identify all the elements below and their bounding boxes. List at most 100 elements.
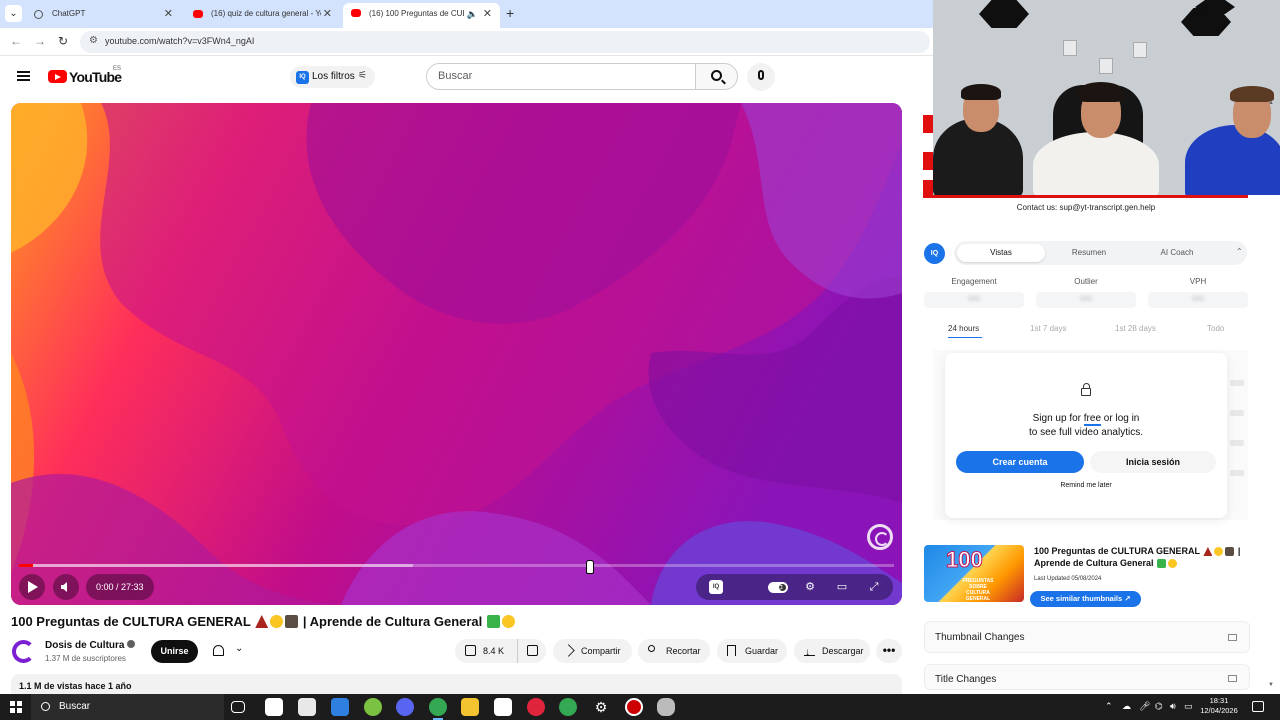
youtube-logo-icon[interactable] bbox=[48, 70, 67, 83]
login-button[interactable]: Inicia sesión bbox=[1090, 451, 1216, 473]
reload-icon[interactable]: ↻ bbox=[58, 34, 68, 48]
period-28d[interactable]: 1st 28 days bbox=[1115, 324, 1156, 333]
period-7d[interactable]: 1st 7 days bbox=[1030, 324, 1066, 333]
thumb-title-part: Aprende de Cultura General bbox=[1034, 558, 1154, 568]
microphone-icon[interactable]: 🎤︎ bbox=[1139, 701, 1150, 712]
task-view-icon[interactable] bbox=[231, 701, 245, 713]
red-accent bbox=[923, 152, 933, 170]
row-label: Title Changes bbox=[935, 674, 997, 685]
mute-button[interactable] bbox=[53, 574, 79, 600]
channel-watermark-icon[interactable] bbox=[867, 524, 893, 550]
menu-icon[interactable] bbox=[17, 71, 30, 81]
volume-icon[interactable]: 🔊︎ bbox=[1170, 701, 1176, 712]
tab-resumen[interactable]: Resumen bbox=[1045, 244, 1133, 262]
wall-frame bbox=[1133, 42, 1147, 58]
notifications-button[interactable]: ⌄ bbox=[205, 640, 252, 663]
close-tab-icon[interactable]: ✕ bbox=[164, 4, 173, 24]
video-title-text: 100 Preguntas de CULTURA GENERAL bbox=[11, 614, 251, 629]
filters-button[interactable]: IQ Los filtros ⚟ bbox=[290, 66, 375, 88]
like-button[interactable]: 8.4 K bbox=[455, 639, 517, 663]
video-thumbnail[interactable]: 100 PREGUNTAS SOBRE CULTURA GENERAL bbox=[924, 545, 1024, 602]
tab-quiz[interactable]: (16) quiz de cultura general - Yo ✕ bbox=[185, 4, 340, 24]
obs-icon[interactable] bbox=[625, 698, 643, 716]
notifications-icon[interactable] bbox=[1252, 701, 1264, 712]
battery-icon[interactable]: ▭ bbox=[1184, 701, 1193, 712]
youtube-header: YouTube ES IQ Los filtros ⚟ Buscar bbox=[0, 56, 934, 100]
app-icon[interactable] bbox=[657, 698, 675, 716]
forward-icon[interactable]: → bbox=[34, 34, 46, 48]
search-input[interactable]: Buscar bbox=[426, 63, 696, 90]
remind-later-link[interactable]: Remind me later bbox=[945, 482, 1227, 489]
filters-label: Los filtros bbox=[312, 71, 355, 82]
bell-icon bbox=[213, 645, 224, 656]
url-text: youtube.com/watch?v=v3FWn4_ngAI bbox=[105, 36, 255, 46]
speaker-icon[interactable]: 🔈 bbox=[467, 3, 478, 25]
views-and-date: 1.1 M de vistas hace 1 año bbox=[19, 681, 132, 691]
thumbnail-title: 100 Preguntas de CULTURA GENERAL | Apren… bbox=[1034, 546, 1241, 568]
taskbar-clock[interactable]: 18:31 12/04/2026 bbox=[1197, 696, 1241, 716]
theater-mode-icon[interactable]: ▭ bbox=[826, 574, 858, 600]
tab-chatgpt[interactable]: ChatGPT ✕ bbox=[26, 4, 181, 24]
edge-icon[interactable] bbox=[331, 698, 349, 716]
video-player[interactable]: 0:00 / 27:33 IQ ▭ ⚙ ▭ ⤢ bbox=[11, 103, 902, 605]
chevron-up-icon[interactable]: ⌃ bbox=[1105, 701, 1113, 712]
scroll-down-icon[interactable]: ▼ bbox=[1268, 682, 1274, 688]
scroll-up-icon[interactable]: ▲ bbox=[1268, 100, 1274, 106]
period-24h[interactable]: 24 hours bbox=[948, 324, 979, 333]
taskbar-search[interactable]: Buscar bbox=[31, 694, 224, 720]
share-label: Compartir bbox=[581, 646, 621, 656]
tab-title: ChatGPT bbox=[52, 9, 86, 18]
site-info-icon[interactable]: ⚙ bbox=[89, 35, 98, 46]
new-tab-button[interactable]: + bbox=[506, 5, 514, 21]
voice-search-button[interactable] bbox=[747, 63, 775, 91]
download-button[interactable]: Descargar bbox=[794, 639, 870, 665]
capcut-icon[interactable] bbox=[265, 698, 283, 716]
chevron-up-icon[interactable]: ⌃ bbox=[1236, 247, 1243, 256]
share-button[interactable]: Compartir bbox=[553, 639, 632, 663]
vidiq-player-button[interactable]: IQ bbox=[698, 574, 730, 600]
progress-bar[interactable] bbox=[19, 564, 894, 567]
channel-name[interactable]: Dosis de Cultura bbox=[45, 640, 136, 651]
search-button[interactable] bbox=[695, 63, 738, 90]
clip-button[interactable]: Recortar bbox=[638, 639, 710, 663]
store-icon[interactable] bbox=[298, 698, 316, 716]
create-account-button[interactable]: Crear cuenta bbox=[956, 451, 1084, 473]
more-actions-button[interactable]: ••• bbox=[876, 639, 902, 663]
back-icon[interactable]: ← bbox=[10, 34, 22, 48]
file-explorer-icon[interactable] bbox=[461, 698, 479, 716]
description-box[interactable]: 1.1 M de vistas hace 1 año bbox=[11, 674, 902, 694]
tab-vistas[interactable]: Vistas bbox=[957, 244, 1045, 262]
cloud-icon[interactable]: ☁ bbox=[1122, 701, 1131, 712]
tab-active-video[interactable]: (16) 100 Preguntas de CULT 🔈 ✕ bbox=[343, 3, 500, 28]
channel-avatar[interactable] bbox=[12, 640, 35, 663]
progress-buffer bbox=[19, 564, 413, 567]
opera-icon[interactable] bbox=[527, 698, 545, 716]
chrome-icon[interactable] bbox=[429, 698, 447, 720]
period-all[interactable]: Todo bbox=[1207, 324, 1224, 333]
fullscreen-icon[interactable]: ⤢ bbox=[858, 574, 890, 600]
save-button[interactable]: Guardar bbox=[717, 639, 787, 663]
chrome-icon[interactable] bbox=[559, 698, 577, 716]
play-button[interactable] bbox=[19, 574, 45, 600]
subtitles-button[interactable]: ▭ bbox=[762, 574, 794, 600]
capcut-icon[interactable] bbox=[494, 698, 512, 716]
close-tab-icon[interactable]: ✕ bbox=[323, 4, 332, 24]
settings-gear-icon[interactable]: ⚙ bbox=[592, 698, 610, 716]
similar-thumbnails-button[interactable]: See similar thumbnails ↗ bbox=[1030, 591, 1141, 607]
title-changes-row[interactable]: Title Changes bbox=[924, 664, 1250, 690]
settings-gear-icon[interactable]: ⚙ bbox=[794, 574, 826, 600]
url-field[interactable]: ⚙ youtube.com/watch?v=v3FWn4_ngAI bbox=[80, 31, 930, 53]
app-icon[interactable] bbox=[364, 698, 382, 716]
building-emoji-icon bbox=[285, 615, 299, 628]
close-tab-icon[interactable]: ✕ bbox=[483, 3, 492, 25]
windows-start-icon[interactable] bbox=[10, 701, 22, 713]
discord-icon[interactable] bbox=[396, 698, 414, 716]
tab-search-chevron-icon[interactable]: ⌄ bbox=[5, 5, 22, 22]
autoplay-toggle[interactable] bbox=[728, 574, 788, 600]
tab-ai-coach[interactable]: AI Coach bbox=[1133, 244, 1221, 262]
dislike-button[interactable] bbox=[517, 639, 546, 663]
network-icon[interactable]: ⌬ bbox=[1155, 701, 1163, 712]
webcam-overlay bbox=[933, 0, 1280, 195]
thumbnail-changes-row[interactable]: Thumbnail Changes bbox=[924, 621, 1250, 653]
join-button[interactable]: Unirse bbox=[151, 640, 198, 663]
